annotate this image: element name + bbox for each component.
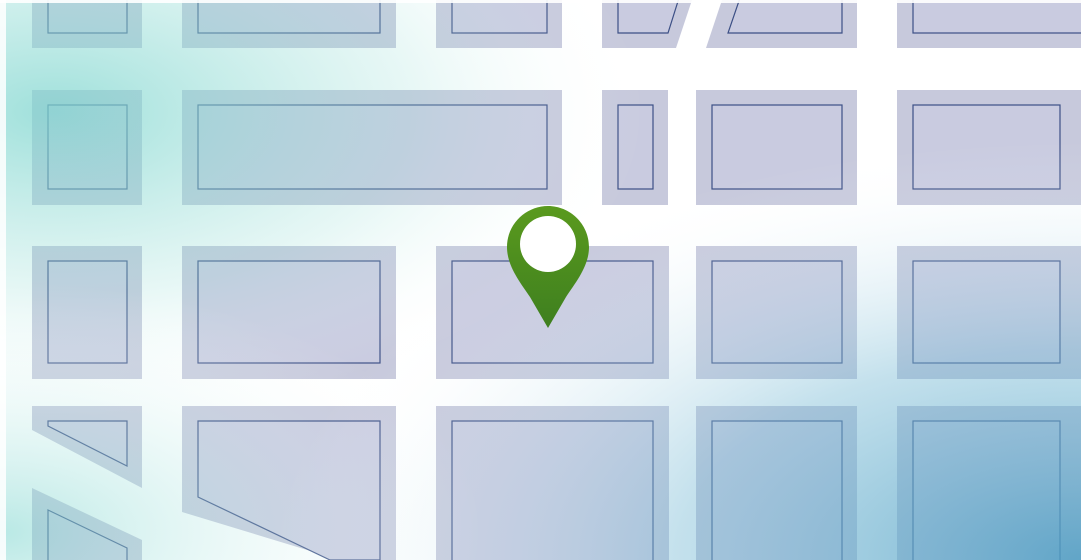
map-view[interactable] (0, 0, 1081, 560)
map-canvas[interactable] (0, 0, 1081, 560)
left-edge (0, 0, 6, 560)
pin-hole (520, 216, 576, 272)
top-edge (0, 0, 1081, 3)
